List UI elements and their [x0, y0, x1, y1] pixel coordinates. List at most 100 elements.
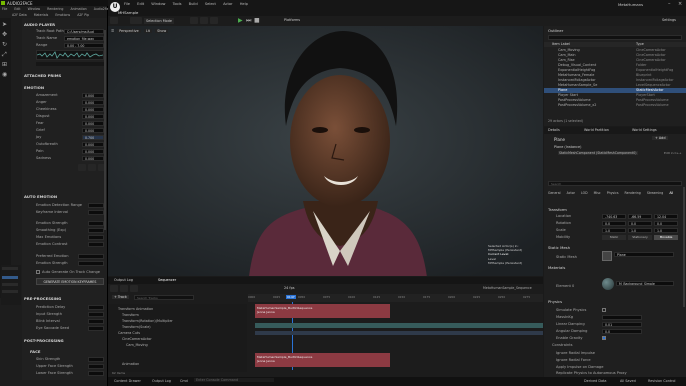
viewport-menu-icon[interactable]: ☰ — [111, 29, 114, 33]
range-input[interactable]: 0.00 - 7.00 — [64, 43, 104, 48]
materials-header[interactable]: Materials — [548, 265, 565, 270]
scale-y[interactable]: 1.0 — [628, 228, 652, 233]
mobility-movable[interactable]: Movable — [654, 235, 678, 240]
auto-row-input[interactable] — [78, 261, 104, 266]
track-row[interactable]: Transform — [108, 313, 247, 318]
location-x[interactable]: -740.63 — [602, 214, 626, 219]
sequencer-clip[interactable]: MetaHumanSample_BuiltinSequence Jenna Je… — [255, 353, 390, 367]
simulate-physics-checkbox[interactable] — [602, 308, 606, 312]
fps-dropdown[interactable]: 24 fps — [284, 286, 295, 290]
pre-processing-header[interactable]: PRE-PROCESSING — [24, 296, 61, 301]
location-y[interactable]: -66.59 — [628, 214, 652, 219]
add-component-button[interactable]: + Add — [652, 136, 669, 140]
derived-data-button[interactable]: Derived Data — [584, 379, 606, 383]
track-root-path-input[interactable]: C:/Users/me/Aud — [64, 29, 104, 34]
auto-row-input[interactable] — [88, 203, 104, 208]
audio-waveform[interactable] — [36, 50, 104, 60]
snap-tool-icon[interactable]: ⊞ — [2, 62, 7, 68]
preferred-emotion-dropdown[interactable] — [78, 254, 104, 259]
emotion-key-button[interactable] — [78, 164, 86, 171]
linear-damping-input[interactable]: 0.01 — [602, 322, 642, 327]
edit-in-cpp-link[interactable]: Edit in C++ — [664, 151, 682, 155]
scale-tool-icon[interactable]: ⤢ — [2, 52, 7, 58]
stage-item[interactable] — [2, 283, 18, 286]
all-saved-button[interactable]: All Saved — [620, 379, 636, 383]
mass-input[interactable] — [602, 315, 642, 320]
ue-menu-edit[interactable]: Edit — [137, 2, 144, 6]
static-mesh-thumbnail[interactable] — [602, 251, 612, 261]
a2f-tab-data[interactable]: A2F Data — [12, 13, 27, 17]
perspective-button[interactable]: Perspective — [117, 29, 141, 33]
track-name-dropdown[interactable]: emotion_file.wav — [64, 36, 104, 41]
auto-emotion-header[interactable]: AUTO EMOTION — [24, 194, 57, 199]
track-row[interactable]: Transform(Scale) — [108, 325, 247, 330]
a2f-menu-window[interactable]: Window — [28, 7, 41, 11]
enable-gravity-checkbox[interactable] — [602, 336, 606, 340]
filter-physics[interactable]: Physics — [607, 191, 619, 195]
minimize-icon[interactable]: – — [668, 1, 671, 7]
tab-sequencer[interactable]: Sequencer — [158, 278, 176, 282]
face-row-input[interactable] — [88, 371, 104, 376]
move-tool-icon[interactable]: ✥ — [2, 32, 7, 38]
track-search[interactable]: Search Tracks — [134, 295, 194, 300]
scale-z[interactable]: 1.0 — [654, 228, 678, 233]
playhead-frame-label[interactable]: 0147 — [286, 295, 296, 299]
camera-tool-icon[interactable]: ◉ — [2, 72, 7, 78]
a2f-menu-rendering[interactable]: Rendering — [47, 7, 63, 11]
physics-header[interactable]: Physics — [548, 299, 562, 304]
emotion-slider-anger[interactable]: 0.000 — [82, 100, 104, 105]
selection-mode-dropdown[interactable]: Selection Mode — [144, 18, 174, 24]
rotation-y[interactable]: 0.0 — [628, 221, 652, 226]
details-scrollbar[interactable] — [683, 187, 685, 307]
pre-row-input[interactable] — [88, 326, 104, 331]
console-input[interactable]: Enter Console Command — [194, 378, 274, 382]
audio-playhead-bar[interactable] — [36, 62, 104, 66]
track-row[interactable]: Transform Animation — [108, 307, 247, 312]
platforms-dropdown[interactable]: Platforms — [284, 18, 300, 22]
mobility-static[interactable]: Static — [602, 235, 626, 240]
filter-actor[interactable]: Actor — [567, 191, 575, 195]
viewport[interactable]: ☰ Perspective Lit Show Selected Actor(s)… — [108, 26, 543, 276]
seq-save-button[interactable] — [110, 285, 118, 292]
emotion-slider-outofbreath[interactable]: 0.000 — [82, 142, 104, 147]
emotion-slider-pain[interactable]: 0.000 — [82, 149, 104, 154]
settings-button[interactable]: Settings — [662, 18, 676, 22]
a2f-tab-materials[interactable]: Materials — [34, 13, 49, 17]
cinematics-button[interactable] — [210, 17, 218, 24]
angular-damping-input[interactable]: 0.0 — [602, 329, 642, 334]
auto-row-input[interactable] — [88, 221, 104, 226]
auto-row-input[interactable] — [88, 210, 104, 215]
ue-project-tab[interactable]: MHSample — [118, 10, 138, 15]
material-dropdown[interactable]: M_Background_Simple — [616, 281, 674, 286]
stage-item[interactable] — [2, 290, 18, 293]
audio-player-header[interactable]: AUDIO PLAYER — [24, 22, 55, 27]
ue-menu-file[interactable]: File — [124, 2, 130, 6]
output-log-button[interactable]: Output Log — [152, 379, 171, 383]
revision-control-button[interactable]: Revision Control — [648, 379, 676, 383]
play-icon[interactable]: ▶ — [238, 17, 243, 24]
content-button[interactable] — [190, 17, 198, 24]
stop-icon[interactable]: ■ — [254, 17, 260, 24]
track-row[interactable]: CineCameraActor — [108, 337, 247, 342]
a2f-tab-pip[interactable]: A2F Pip — [77, 13, 89, 17]
lit-button[interactable]: Lit — [143, 29, 153, 33]
location-z[interactable]: 12.04 — [654, 214, 678, 219]
emotion-slider-disgust[interactable]: 0.000 — [82, 114, 104, 119]
emotion-header[interactable]: EMOTION — [24, 85, 44, 90]
rotation-x[interactable]: 0.0 — [602, 221, 626, 226]
a2f-menu-file[interactable]: File — [2, 7, 7, 11]
col-type[interactable]: Type — [636, 42, 644, 46]
cmd-dropdown[interactable]: Cmd — [180, 379, 188, 383]
post-processing-header[interactable]: POST-PROCESSING — [24, 338, 64, 343]
track-row[interactable]: Transform(Rotation)(Multiplier — [108, 319, 247, 324]
sequencer-track-bar[interactable] — [255, 323, 543, 328]
ue-menu-window[interactable]: Window — [151, 2, 165, 6]
auto-row-input[interactable] — [88, 228, 104, 233]
scale-x[interactable]: 1.0 — [602, 228, 626, 233]
constraints-label[interactable]: Constraints — [552, 343, 573, 347]
ue-menu-actor[interactable]: Actor — [223, 2, 232, 6]
details-search[interactable]: Search — [548, 181, 682, 186]
filter-general[interactable]: General — [548, 191, 561, 195]
generate-emotion-keyframes-button[interactable]: GENERATE EMOTION KEYFRAMES — [36, 278, 104, 285]
auto-row-input[interactable] — [88, 235, 104, 240]
